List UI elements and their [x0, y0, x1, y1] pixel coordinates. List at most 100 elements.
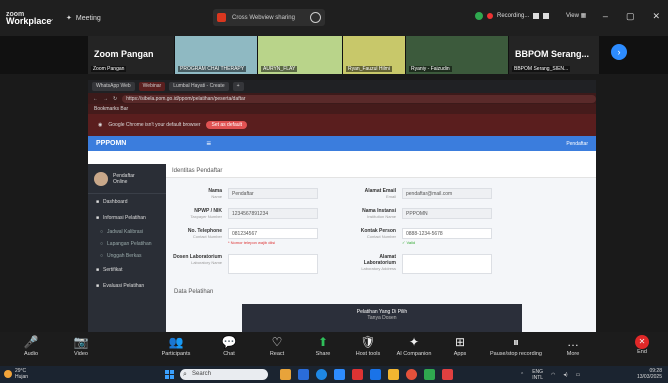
participant-tile[interactable]: AURYN_FLAY: [258, 36, 342, 74]
participant-tile[interactable]: PROGRAM CHAI THERAPY: [175, 36, 257, 74]
app-icon[interactable]: [298, 369, 309, 380]
nik-input[interactable]: 1234567891234: [228, 208, 318, 219]
user-menu[interactable]: Pendaftar: [566, 141, 588, 147]
meeting-info[interactable]: ✦ Meeting: [66, 14, 216, 23]
browser-tab[interactable]: Webinar: [138, 82, 166, 91]
url-input[interactable]: https://sibela.pom.go.id/ppom/pelatihan/…: [122, 94, 596, 103]
battery-icon[interactable]: ▭: [576, 372, 581, 378]
sidebar-profile: Pendaftar Online: [88, 164, 166, 194]
stop-icon[interactable]: [543, 13, 550, 19]
file-explorer-icon[interactable]: [280, 369, 291, 380]
app-icon[interactable]: [388, 369, 399, 380]
chrome-icon[interactable]: [406, 369, 417, 380]
participant-tile[interactable]: BBPOM Serang... BBPOM Serang_SIEN...: [509, 36, 599, 74]
reload-icon[interactable]: ↻: [113, 96, 117, 102]
toolbar-label: Share: [315, 351, 331, 357]
pause-icon: ⏸: [512, 335, 519, 349]
bookmarks-bar[interactable]: Bookmarks Bar: [88, 104, 596, 114]
meeting-icon: ✦: [66, 15, 72, 22]
field-label: Nama Instansi Institution Name: [346, 208, 396, 219]
screen-share-indicator[interactable]: Cross Webview sharing: [213, 9, 325, 26]
minimize-icon[interactable]: –: [603, 11, 608, 22]
new-tab-button[interactable]: +: [232, 82, 244, 91]
lang-layout: INTL: [532, 375, 544, 381]
dosen-input[interactable]: [228, 254, 318, 274]
sidebar-item-informasi[interactable]: ■ Informasi Pelatihan: [88, 210, 166, 226]
sidebar-subitem[interactable]: ○ Unggah Berkas: [88, 250, 166, 262]
sidebar-item-dashboard[interactable]: ■ Dashboard: [88, 194, 166, 210]
participant-name: AURYN_FLAY: [261, 66, 298, 72]
language-indicator[interactable]: ENG INTL: [532, 369, 543, 381]
field-label: Nama Name: [172, 188, 222, 199]
training-card[interactable]: Pelatihan Yang Di Pilih Tanya Dosen: [242, 304, 522, 332]
sidebar-item-label: Sertifikat: [103, 267, 123, 273]
end-button[interactable]: ✕ End: [618, 335, 666, 355]
app-icon[interactable]: [370, 369, 381, 380]
phone-input[interactable]: 081234567: [228, 228, 318, 239]
field-sublabel: Email: [385, 194, 396, 199]
taskbar-search[interactable]: ⌕ Search: [180, 369, 268, 380]
participant-name: Zoom Pangan: [91, 66, 127, 72]
field-nik: NPWP / NIK Taxpayer Number 1234567891234: [172, 208, 318, 219]
zoom-logo: zoom Workplace: [0, 11, 51, 26]
app-icon[interactable]: [424, 369, 435, 380]
app-icon[interactable]: [352, 369, 363, 380]
default-browser-warning: ◉ Google Chrome isn't your default brows…: [88, 114, 596, 136]
edge-icon[interactable]: [316, 369, 327, 380]
sidebar-item-label: Unggah Berkas: [107, 253, 142, 259]
volume-icon[interactable]: ◂): [563, 372, 567, 378]
recording-indicator[interactable]: Recording...: [475, 12, 550, 20]
participant-tile[interactable]: Ryaniy - Faizudin: [406, 36, 508, 74]
sidebar-subitem[interactable]: ○ Lapangan Pelatihan: [88, 238, 166, 250]
field-sublabel: Taxpayer Number: [190, 214, 222, 219]
contact-input[interactable]: 0888-1234-5678: [402, 228, 492, 239]
search-icon: ⌕: [183, 371, 187, 378]
video-button[interactable]: 📷 Video: [53, 335, 109, 357]
toolbar-label: AI Companion: [396, 351, 432, 357]
sidebar-item-sertifikat[interactable]: ■ Sertifikat: [88, 262, 166, 278]
apps-button[interactable]: ⊞ Apps: [432, 335, 488, 357]
chevron-right-icon[interactable]: ›: [611, 44, 627, 60]
app-main: Identitas Pendaftar Nama Name Pendaftar N…: [166, 164, 596, 332]
browser-tab[interactable]: Lumbal Hayati - Create: [169, 82, 229, 91]
chevron-up-icon[interactable]: ⌃: [520, 372, 524, 378]
pause-icon[interactable]: [533, 13, 540, 19]
field-instansi: Nama Instansi Institution Name PPPOMN: [346, 208, 492, 219]
participant-tile[interactable]: Zoom Pangan Zoom Pangan: [88, 36, 174, 74]
forward-icon[interactable]: →: [103, 96, 108, 102]
pause-recording-button[interactable]: ⏸ Pause/stop recording: [484, 335, 548, 357]
audio-button[interactable]: 🎤 Audio: [3, 335, 59, 357]
sidebar-item-label: Dashboard: [103, 199, 128, 205]
toolbar-label: Host tools: [355, 351, 381, 357]
stop-share-icon[interactable]: [310, 12, 321, 23]
share-icon: [217, 13, 226, 22]
wifi-icon[interactable]: ◠: [551, 372, 555, 378]
set-default-button[interactable]: Set as default: [206, 121, 248, 129]
windows-start-icon[interactable]: [165, 370, 174, 379]
field-label-text: Alamat Laboratorium: [363, 254, 396, 266]
browser-tab[interactable]: WhatsApp Web: [92, 82, 135, 91]
chevron-down-icon[interactable]: ⌄: [48, 14, 66, 23]
field-label: No. Telephone Contact Number: [172, 228, 222, 239]
sidebar-item-evaluasi[interactable]: ■ Evaluasi Pelatihan: [88, 278, 166, 294]
email-input[interactable]: pendaftar@mail.com: [402, 188, 492, 199]
participant-tile[interactable]: Ryan_Fauzul Hilmi: [343, 36, 405, 74]
phone-error: * Nomor telepon wajib diisi: [228, 240, 276, 245]
close-icon[interactable]: ✕: [652, 11, 660, 22]
participants-button[interactable]: 👥 Participants: [148, 335, 204, 357]
app-icon[interactable]: [442, 369, 453, 380]
zoom-app-icon[interactable]: [334, 369, 345, 380]
view-button[interactable]: View ▦: [566, 12, 586, 19]
search-placeholder: Search: [192, 371, 212, 377]
name-input[interactable]: Pendaftar: [228, 188, 318, 199]
more-button[interactable]: … More: [545, 335, 601, 357]
maximize-icon[interactable]: ▢: [626, 11, 635, 22]
weather-widget[interactable]: 29°C Hujan: [4, 368, 28, 380]
back-icon[interactable]: ←: [93, 96, 98, 102]
sidebar-subitem[interactable]: ○ Jadwal Kalibrasi: [88, 226, 166, 238]
alamat-input[interactable]: [402, 254, 492, 274]
page-title: Identitas Pendaftar: [166, 164, 596, 178]
taskbar-clock[interactable]: 09:28 13/03/2025: [637, 368, 662, 380]
hamburger-icon[interactable]: ≡: [206, 139, 211, 148]
instansi-input[interactable]: PPPOMN: [402, 208, 492, 219]
